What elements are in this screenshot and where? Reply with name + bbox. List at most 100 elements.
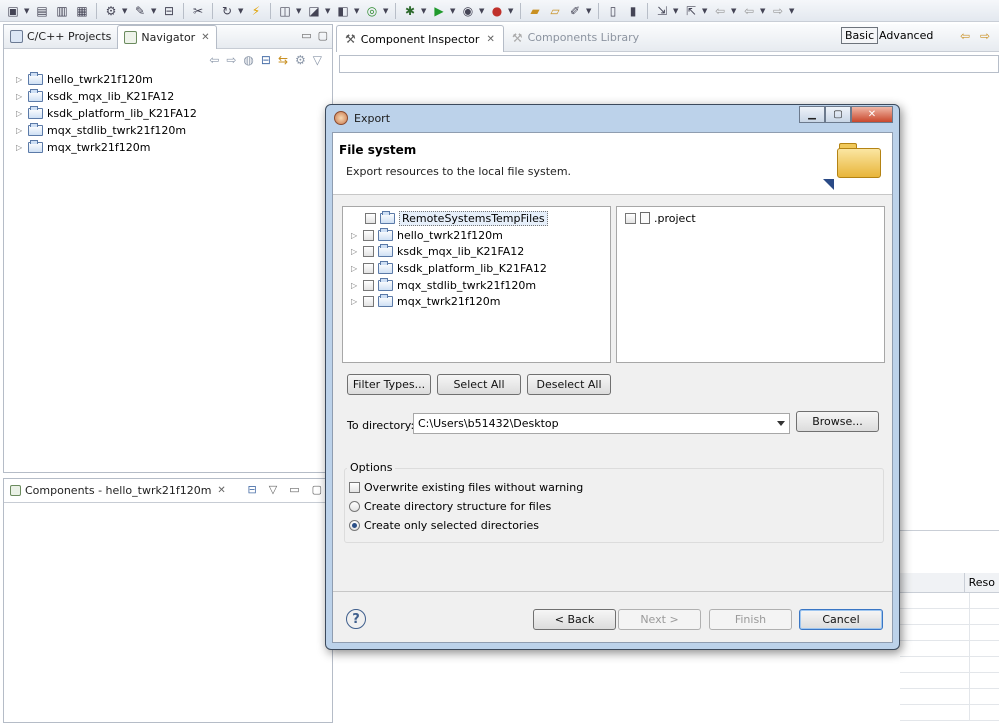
panel2-icon[interactable]: ▮: [624, 2, 642, 20]
maximize-icon[interactable]: ▢: [825, 106, 851, 123]
refresh-icon[interactable]: ↻: [218, 2, 236, 20]
chevron-down-icon[interactable]: ▼: [421, 7, 428, 15]
expand-arrow-icon[interactable]: ▷: [16, 109, 24, 118]
run-debug-icon[interactable]: ◉: [459, 2, 477, 20]
expand-arrow-icon[interactable]: ▷: [351, 231, 359, 240]
back-icon[interactable]: ⇦: [711, 2, 729, 20]
selected-dirs-radio[interactable]: [349, 520, 360, 531]
open-folder-icon[interactable]: ▱: [546, 2, 564, 20]
tree-item[interactable]: ▷ mqx_twrk21f120m: [343, 293, 610, 310]
file-list[interactable]: .project: [616, 206, 885, 363]
up-icon[interactable]: ◍: [243, 53, 253, 67]
advanced-mode-button[interactable]: Advanced: [879, 29, 933, 42]
forward-icon[interactable]: ⇦: [740, 2, 758, 20]
new-icon[interactable]: ▣: [4, 2, 22, 20]
list-item[interactable]: .project: [617, 210, 884, 227]
to-directory-combo[interactable]: C:\Users\b51432\Desktop: [413, 413, 790, 434]
save-icon[interactable]: ▤: [33, 2, 51, 20]
resource-checkbox[interactable]: [365, 212, 376, 224]
finish-button[interactable]: Finish: [709, 609, 792, 630]
back-button[interactable]: < Back: [533, 609, 616, 630]
dir-structure-option[interactable]: Create directory structure for files: [349, 500, 551, 513]
nav-icon[interactable]: ⇱: [682, 2, 700, 20]
overwrite-option[interactable]: Overwrite existing files without warning: [349, 481, 583, 494]
chevron-down-icon[interactable]: ▼: [760, 7, 767, 15]
chevron-down-icon[interactable]: ▼: [702, 7, 709, 15]
binary-icon[interactable]: ⊟: [160, 2, 178, 20]
cancel-button[interactable]: Cancel: [799, 609, 883, 630]
collapse-all-icon[interactable]: ⊟: [261, 53, 271, 67]
expand-arrow-icon[interactable]: ▷: [351, 297, 359, 306]
browse-button[interactable]: Browse...: [796, 411, 879, 432]
filter-icon[interactable]: ⚙: [295, 53, 306, 67]
help-icon[interactable]: ?: [346, 609, 366, 629]
tree-item[interactable]: ▷ mqx_twrk21f120m: [4, 139, 332, 156]
view-menu-icon[interactable]: ▽: [269, 483, 277, 496]
chevron-down-icon[interactable]: ▼: [238, 7, 245, 15]
close-icon[interactable]: ✕: [217, 485, 225, 496]
select-all-button[interactable]: Select All: [437, 374, 521, 395]
chevron-down-icon[interactable]: ▼: [354, 7, 361, 15]
print-icon[interactable]: ▦: [73, 2, 91, 20]
overwrite-checkbox[interactable]: [349, 482, 360, 493]
tab-cpp-projects[interactable]: C/C++ Projects: [4, 25, 117, 48]
tree-item[interactable]: ▷ ksdk_mqx_lib_K21FA12: [4, 88, 332, 105]
expand-arrow-icon[interactable]: ▷: [351, 264, 359, 273]
new-class-icon[interactable]: ◪: [305, 2, 323, 20]
folder-icon[interactable]: ▰: [526, 2, 544, 20]
expand-arrow-icon[interactable]: ▷: [16, 75, 24, 84]
cycle-icon[interactable]: ◎: [363, 2, 381, 20]
resource-checkbox[interactable]: [363, 229, 374, 241]
tree-item[interactable]: ▷ mqx_stdlib_twrk21f120m: [4, 122, 332, 139]
resource-checkbox[interactable]: [363, 262, 374, 274]
expand-arrow-icon[interactable]: ▷: [16, 92, 24, 101]
close-icon[interactable]: ✕: [851, 106, 893, 123]
chevron-down-icon[interactable]: ▼: [296, 7, 303, 15]
chevron-down-icon[interactable]: ▼: [24, 7, 31, 15]
filter-types-button[interactable]: Filter Types...: [347, 374, 431, 395]
chevron-down-icon[interactable]: ▼: [383, 7, 390, 15]
back-arrow-icon[interactable]: ⇦: [960, 29, 970, 43]
minimize-icon[interactable]: ▭: [301, 29, 311, 42]
tree-item[interactable]: ▷ hello_twrk21f120m: [343, 227, 610, 244]
resource-checkbox[interactable]: [363, 246, 374, 258]
minimize-icon[interactable]: ▭: [289, 483, 299, 496]
chevron-down-icon[interactable]: ▼: [673, 7, 680, 15]
tree-item[interactable]: ▷ ksdk_platform_lib_K21FA12: [343, 260, 610, 277]
resource-checkbox[interactable]: [363, 279, 374, 291]
tab-component-inspector[interactable]: ⚒ Component Inspector ✕: [336, 25, 504, 52]
inspector-filter-input[interactable]: [339, 55, 999, 73]
forward-arrow-icon[interactable]: ⇨: [980, 29, 990, 43]
file-checkbox[interactable]: [625, 212, 636, 224]
tree-item[interactable]: ▷ ksdk_platform_lib_K21FA12: [4, 105, 332, 122]
tree-item[interactable]: ▷ ksdk_mqx_lib_K21FA12: [343, 243, 610, 260]
tab-components-library[interactable]: ⚒ Components Library: [504, 24, 647, 51]
tab-navigator[interactable]: Navigator ✕: [117, 25, 217, 49]
expand-arrow-icon[interactable]: ▷: [16, 126, 24, 135]
chevron-down-icon[interactable]: ▼: [789, 7, 796, 15]
forward-arrow-icon[interactable]: ⇨: [226, 53, 236, 67]
run-stop-icon[interactable]: ●: [488, 2, 506, 20]
close-icon[interactable]: ✕: [486, 34, 494, 45]
run-icon[interactable]: ▶: [430, 2, 448, 20]
table-header-resource[interactable]: Reso: [965, 573, 999, 592]
dir-structure-radio[interactable]: [349, 501, 360, 512]
expand-arrow-icon[interactable]: ▷: [351, 281, 359, 290]
resource-checkbox[interactable]: [363, 296, 374, 308]
panel-icon[interactable]: ▯: [604, 2, 622, 20]
save-all-icon[interactable]: ▥: [53, 2, 71, 20]
new-file-icon[interactable]: ◧: [334, 2, 352, 20]
chevron-down-icon[interactable]: ▼: [586, 7, 593, 15]
expand-arrow-icon[interactable]: ▷: [351, 247, 359, 256]
selected-dirs-option[interactable]: Create only selected directories: [349, 519, 539, 532]
next-button[interactable]: Next >: [618, 609, 701, 630]
minimize-icon[interactable]: ▁: [799, 106, 825, 123]
close-icon[interactable]: ✕: [201, 32, 209, 43]
view-menu-icon[interactable]: ▽: [313, 53, 322, 67]
maximize-icon[interactable]: ▢: [312, 483, 322, 496]
deselect-all-button[interactable]: Deselect All: [527, 374, 611, 395]
chevron-down-icon[interactable]: [777, 421, 785, 426]
tree-item[interactable]: ▷ mqx_stdlib_twrk21f120m: [343, 277, 610, 294]
tab-components[interactable]: Components - hello_twrk21f120m ✕: [4, 479, 232, 502]
next-icon[interactable]: ⇨: [769, 2, 787, 20]
